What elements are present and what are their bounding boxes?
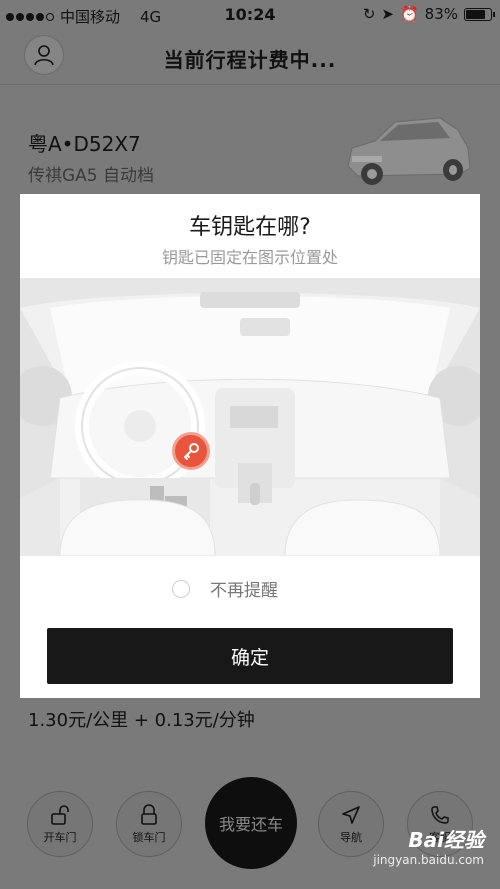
page-title: 当前行程计费中... xyxy=(163,48,337,72)
lock-label: 锁车门 xyxy=(132,830,166,844)
action-bar: 开车门 锁车门 我要还车 导航 客服 Bai经验 jingyan.baidu.c… xyxy=(0,775,500,875)
watermark-url: jingyan.baidu.com xyxy=(373,853,484,867)
location-icon: ➤ xyxy=(381,5,394,23)
alarm-icon: ⏰ xyxy=(399,5,419,23)
pricing-rate: 1.30元/公里 + 0.13元/分钟 xyxy=(28,710,255,731)
watermark: Bai经验 jingyan.baidu.com xyxy=(373,824,484,867)
return-label: 我要还车 xyxy=(218,815,283,834)
battery-icon xyxy=(464,7,495,21)
unlock-label: 开车门 xyxy=(43,830,77,844)
car-interior-illustration xyxy=(20,278,480,556)
dialog-subtitle: 钥匙已固定在图示位置处 xyxy=(161,248,338,267)
status-bar: 中国移动 4G 10:24 ↻ ➤ ⏰ 83% xyxy=(0,0,500,30)
key-location-dialog: 车钥匙在哪? 钥匙已固定在图示位置处 不再提醒 确定 xyxy=(20,194,480,698)
key-icon xyxy=(184,443,199,460)
navigate-label: 导航 xyxy=(340,830,362,844)
dont-remind-label: 不再提醒 xyxy=(210,581,278,601)
battery-percent: 83% xyxy=(424,5,458,23)
phone-icon xyxy=(431,805,449,824)
navigation-arrow-icon xyxy=(342,805,360,824)
return-car-button[interactable]: 我要还车 xyxy=(205,777,297,869)
unlock-door-button[interactable]: 开车门 xyxy=(27,791,93,857)
dont-remind-radio[interactable] xyxy=(172,579,190,598)
lock-door-button[interactable]: 锁车门 xyxy=(116,791,182,857)
dont-remind-option[interactable]: 不再提醒 xyxy=(172,576,278,601)
rotation-lock-icon: ↻ xyxy=(362,5,376,23)
car-model: 传祺GA5 自动档 xyxy=(28,166,155,186)
lock-icon xyxy=(141,803,157,825)
key-location-marker xyxy=(172,432,210,470)
car-plate: 粤A•D52X7 xyxy=(28,132,141,156)
car-image xyxy=(347,117,471,185)
unlock-icon xyxy=(51,804,69,825)
confirm-button[interactable]: 确定 xyxy=(47,628,453,684)
battery-fill xyxy=(466,9,485,19)
watermark-brand: Bai经验 xyxy=(408,828,484,852)
nav-bar: 当前行程计费中... xyxy=(0,30,500,85)
status-right: ↻ ➤ ⏰ 83% xyxy=(362,5,495,23)
car-info: 粤A•D52X7 传祺GA5 自动档 xyxy=(28,128,154,186)
dialog-title: 车钥匙在哪? xyxy=(189,215,311,240)
